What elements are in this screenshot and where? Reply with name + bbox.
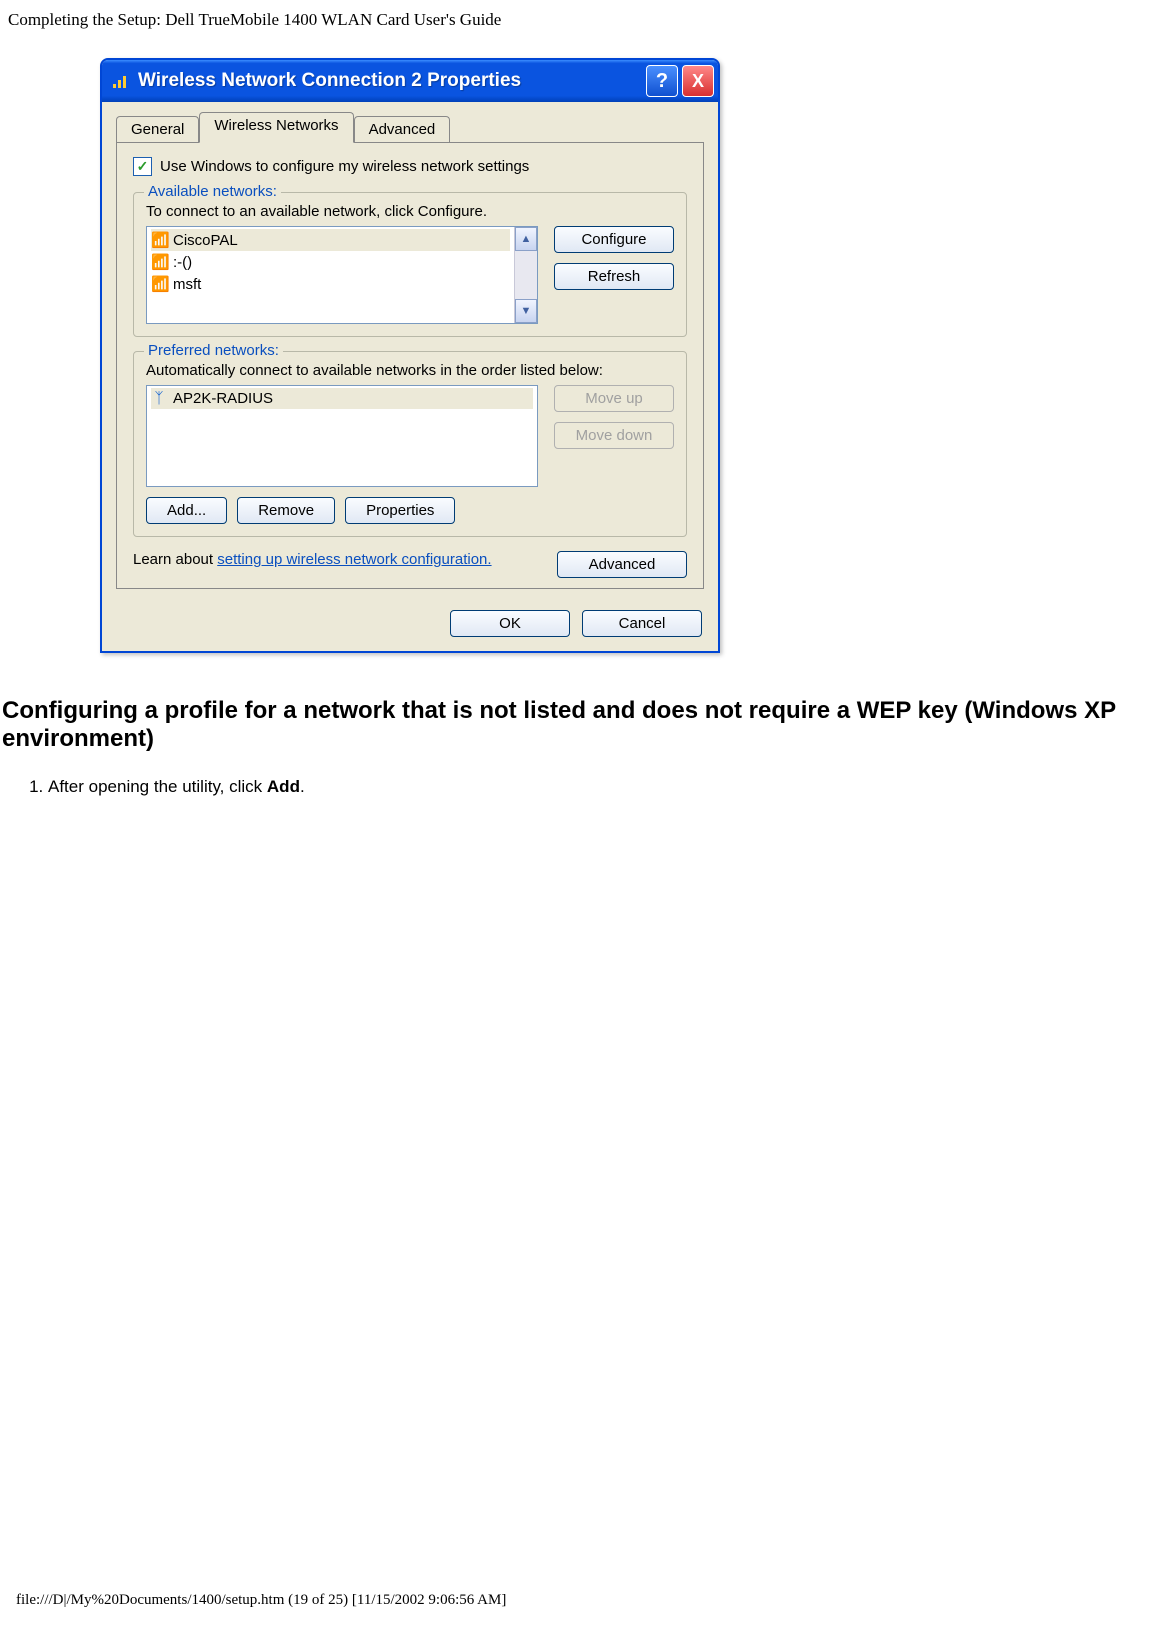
dialog-footer: OK Cancel — [102, 600, 718, 651]
setup-link[interactable]: setting up wireless network configuratio… — [217, 551, 491, 568]
antenna-icon: ᛉ — [151, 390, 167, 407]
available-networks-list[interactable]: 📶CiscoPAL 📶:-() 📶msft ▲ ▼ — [146, 226, 538, 324]
tab-wireless-networks[interactable]: Wireless Networks — [199, 112, 353, 143]
preferred-networks-group: Preferred networks: Automatically connec… — [133, 351, 687, 537]
cancel-button[interactable]: Cancel — [582, 610, 702, 637]
advanced-button[interactable]: Advanced — [557, 551, 687, 578]
close-button[interactable]: X — [682, 65, 714, 97]
learn-text: Learn about setting up wireless network … — [133, 551, 492, 568]
preferred-hint: Automatically connect to available netwo… — [146, 362, 674, 379]
tabstrip: General Wireless Networks Advanced — [102, 102, 718, 143]
properties-dialog: Wireless Network Connection 2 Properties… — [100, 58, 720, 653]
steps-list: After opening the utility, click Add. — [48, 777, 1160, 797]
available-hint: To connect to an available network, clic… — [146, 203, 674, 220]
list-item: 📶CiscoPAL — [151, 229, 510, 251]
remove-button[interactable]: Remove — [237, 497, 335, 524]
doc-header: Completing the Setup: Dell TrueMobile 14… — [0, 10, 1160, 30]
configure-button[interactable]: Configure — [554, 226, 674, 253]
step-1: After opening the utility, click Add. — [48, 777, 1160, 797]
help-button[interactable]: ? — [646, 65, 678, 97]
scroll-down-icon[interactable]: ▼ — [515, 299, 537, 323]
scroll-up-icon[interactable]: ▲ — [515, 227, 537, 251]
available-networks-group: Available networks: To connect to an ava… — [133, 192, 687, 337]
dialog-title: Wireless Network Connection 2 Properties — [138, 70, 646, 92]
section-heading: Configuring a profile for a network that… — [0, 697, 1160, 753]
wireless-icon — [110, 71, 130, 91]
use-windows-label: Use Windows to configure my wireless net… — [160, 158, 529, 175]
antenna-icon: 📶 — [151, 231, 167, 249]
antenna-icon: 📶 — [151, 275, 167, 293]
use-windows-checkbox[interactable]: ✓ — [133, 157, 152, 176]
ok-button[interactable]: OK — [450, 610, 570, 637]
list-item: ᛉAP2K-RADIUS — [151, 388, 533, 409]
refresh-button[interactable]: Refresh — [554, 263, 674, 290]
available-legend: Available networks: — [144, 183, 281, 200]
preferred-legend: Preferred networks: — [144, 342, 283, 359]
titlebar: Wireless Network Connection 2 Properties… — [102, 60, 718, 102]
list-item: 📶:-() — [151, 251, 510, 273]
add-button[interactable]: Add... — [146, 497, 227, 524]
list-item: 📶msft — [151, 273, 510, 295]
properties-button[interactable]: Properties — [345, 497, 455, 524]
footer-path: file:///D|/My%20Documents/1400/setup.htm… — [16, 1592, 506, 1609]
tab-panel: ✓ Use Windows to configure my wireless n… — [116, 142, 704, 589]
preferred-networks-list[interactable]: ᛉAP2K-RADIUS — [146, 385, 538, 487]
antenna-icon: 📶 — [151, 253, 167, 271]
scrollbar[interactable]: ▲ ▼ — [514, 227, 537, 323]
move-up-button: Move up — [554, 385, 674, 412]
move-down-button: Move down — [554, 422, 674, 449]
